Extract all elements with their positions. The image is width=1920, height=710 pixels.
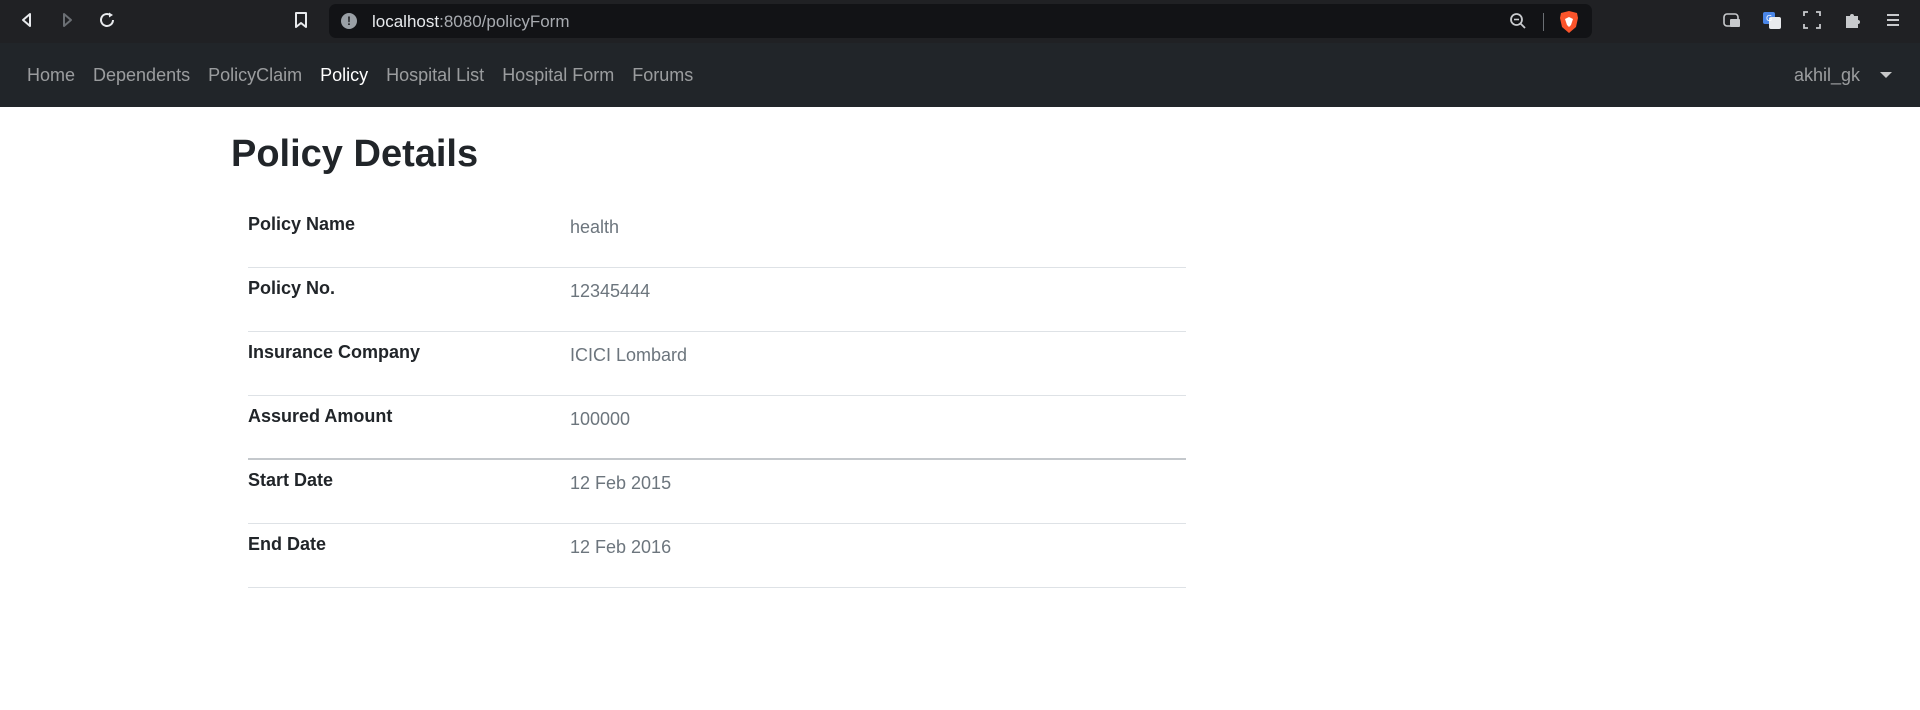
detail-label: Start Date [248, 470, 334, 490]
browser-menu-icon[interactable] [1882, 9, 1904, 31]
nav-link-forums[interactable]: Forums [632, 65, 693, 86]
detail-row-insurance-company: Insurance Company ICICI Lombard [248, 332, 1186, 396]
nav-links: Home Dependents PolicyClaim Policy Hospi… [27, 43, 711, 107]
site-info-icon[interactable]: ! [341, 13, 357, 29]
user-name: akhil_gk [1793, 64, 1860, 85]
forward-icon[interactable] [55, 8, 79, 32]
detail-row-start-date: Start Date 12 Feb 2015 [248, 460, 1186, 524]
bookmark-icon[interactable] [289, 8, 313, 32]
reload-icon[interactable] [95, 8, 119, 32]
extensions-puzzle-icon[interactable] [1842, 9, 1864, 31]
translate-icon[interactable]: G [1761, 9, 1783, 31]
detail-value: ICICI Lombard [570, 345, 688, 365]
address-bar-divider [1543, 13, 1544, 31]
detail-row-policy-no: Policy No. 12345444 [248, 268, 1186, 332]
policy-details-list: Policy Name health Policy No. 12345444 I… [248, 204, 1186, 588]
detail-label: Policy No. [248, 278, 336, 298]
nav-link-hospital-list[interactable]: Hospital List [386, 65, 484, 86]
nav-link-policy[interactable]: Policy [320, 65, 368, 86]
nav-link-hospital-form[interactable]: Hospital Form [502, 65, 614, 86]
address-bar[interactable]: ! localhost:8080/policyForm [329, 4, 1592, 38]
detail-value: health [570, 217, 620, 237]
back-icon[interactable] [15, 8, 39, 32]
app-navbar: Home Dependents PolicyClaim Policy Hospi… [0, 43, 1920, 107]
nav-link-home[interactable]: Home [27, 65, 75, 86]
user-menu-toggle[interactable]: akhil_gk [1794, 43, 1892, 107]
extension-icon[interactable] [1721, 9, 1743, 31]
brave-shields-icon[interactable] [1558, 10, 1580, 39]
detail-label: Policy Name [248, 214, 356, 234]
svg-text:G: G [1766, 14, 1772, 23]
url-text[interactable]: localhost:8080/policyForm [372, 12, 570, 32]
detail-label: Insurance Company [248, 342, 421, 362]
caret-down-icon [1880, 72, 1892, 78]
detail-row-policy-name: Policy Name health [248, 204, 1186, 268]
detail-value: 12 Feb 2015 [570, 473, 672, 493]
page-title: Policy Details [231, 133, 479, 175]
detail-value: 12345444 [570, 281, 651, 301]
nav-link-dependents[interactable]: Dependents [93, 65, 190, 86]
detail-row-assured-amount: Assured Amount 100000 [248, 396, 1186, 460]
detail-value: 12 Feb 2016 [570, 537, 672, 557]
detail-label: End Date [248, 534, 327, 554]
detail-value: 100000 [570, 409, 631, 429]
detail-label: Assured Amount [248, 406, 393, 426]
screenshot-icon[interactable] [1801, 9, 1823, 31]
browser-toolbar: ! localhost:8080/policyForm G [0, 0, 1920, 43]
detail-row-end-date: End Date 12 Feb 2016 [248, 524, 1186, 588]
nav-link-policyclaim[interactable]: PolicyClaim [208, 65, 302, 86]
zoom-icon[interactable] [1509, 12, 1527, 35]
